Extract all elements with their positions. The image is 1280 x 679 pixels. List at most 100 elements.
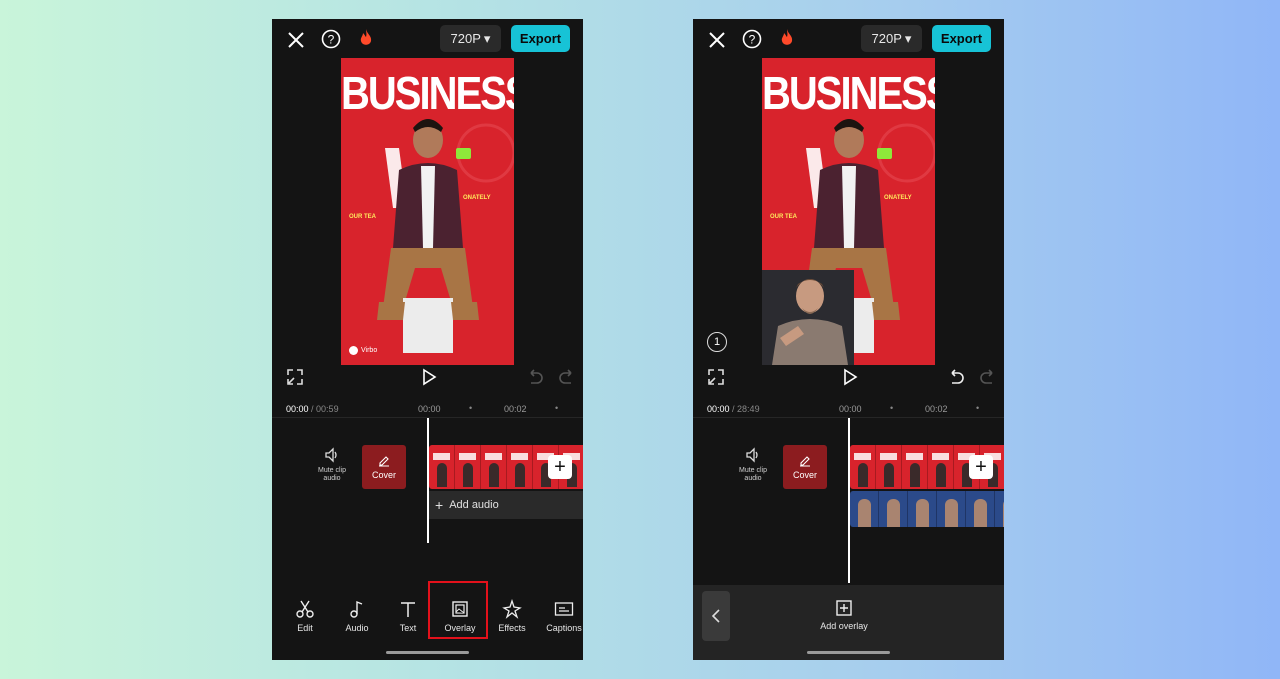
scissors-icon xyxy=(296,600,314,618)
preview-title: BUSINESS xyxy=(762,68,935,120)
tool-edit[interactable]: Edit xyxy=(279,599,331,633)
text-icon xyxy=(401,602,415,617)
tick-label: 00:00 xyxy=(418,404,441,414)
speaker-icon xyxy=(746,447,758,463)
clip-thumbnail xyxy=(928,445,954,489)
tick-dot: • xyxy=(469,403,473,413)
playhead[interactable] xyxy=(427,418,429,543)
overlay-thumbnail xyxy=(966,491,995,527)
video-preview[interactable]: BUSINESS OUR TEA ONATELY Virbo xyxy=(341,58,514,365)
resolution-label: 720P xyxy=(871,31,902,46)
play-icon[interactable] xyxy=(420,368,438,386)
overlay-highlight-box xyxy=(428,581,488,639)
overlay-panel: Add overlay xyxy=(693,585,1004,660)
cover-label: Cover xyxy=(371,470,396,480)
overlay-thumbnail xyxy=(995,491,1004,527)
add-audio-button[interactable]: + Add audio xyxy=(429,491,583,519)
resolution-label: 720P xyxy=(450,31,481,46)
playhead[interactable] xyxy=(848,418,850,583)
fullscreen-icon[interactable] xyxy=(707,368,725,386)
phone-screen-right: ? 720P ▾ Export BUSINESS OUR TEA ONATELY… xyxy=(693,19,1004,660)
add-overlay-label: Add overlay xyxy=(820,621,868,631)
tick-label: 00:02 xyxy=(925,404,948,414)
close-icon[interactable] xyxy=(286,30,306,50)
brand-label: Virbo xyxy=(361,347,378,354)
tool-audio-label: Audio xyxy=(345,623,369,633)
clip-thumbnail xyxy=(507,445,533,489)
cover-button[interactable]: Cover xyxy=(783,445,827,489)
caret-down-icon: ▾ xyxy=(904,30,912,46)
clip-thumbnail xyxy=(902,445,928,489)
help-icon[interactable]: ? xyxy=(742,29,762,49)
pencil-icon xyxy=(379,456,389,467)
tool-text[interactable]: Text xyxy=(382,599,434,633)
timeline-ruler: 00:00 / 28:49 00:00 • 00:02 • xyxy=(693,401,1004,417)
svg-text:?: ? xyxy=(328,33,335,47)
music-note-icon xyxy=(350,600,363,618)
add-clip-button[interactable]: + xyxy=(969,455,993,479)
cover-label: Cover xyxy=(792,470,817,480)
tool-audio[interactable]: Audio xyxy=(331,599,383,633)
tool-effects[interactable]: Effects xyxy=(486,599,538,633)
preview-title: BUSINESS xyxy=(341,68,514,120)
tool-edit-label: Edit xyxy=(297,623,313,633)
redo-icon[interactable] xyxy=(558,368,576,386)
tick-dot: • xyxy=(890,403,894,413)
add-overlay-button[interactable]: Add overlay xyxy=(799,599,889,631)
overlay-person[interactable] xyxy=(762,270,854,365)
undo-icon[interactable] xyxy=(526,368,544,386)
tick-label: 00:00 xyxy=(839,404,862,414)
fullscreen-icon[interactable] xyxy=(286,368,304,386)
current-time: 00:00 xyxy=(707,404,730,414)
clip-thumbnail xyxy=(481,445,507,489)
clip-thumbnail xyxy=(429,445,455,489)
mute-clip-audio-button[interactable]: Mute clip audio xyxy=(312,447,352,483)
speaker-icon xyxy=(325,447,337,463)
plus-icon: + xyxy=(975,455,987,478)
cover-button[interactable]: Cover xyxy=(362,445,406,489)
overlay-thumbnail xyxy=(908,491,937,527)
tool-captions-label: Captions xyxy=(546,623,582,633)
pencil-icon xyxy=(800,456,810,467)
export-button[interactable]: Export xyxy=(511,25,570,52)
mute-clip-audio-button[interactable]: Mute clip audio xyxy=(733,447,773,483)
resolution-dropdown[interactable]: 720P ▾ xyxy=(861,25,922,52)
mute-clip-audio-label: Mute clip audio xyxy=(738,467,767,482)
brand-logo-icon xyxy=(349,346,358,355)
video-preview[interactable]: BUSINESS OUR TEA ONATELY xyxy=(762,58,935,365)
clip-thumbnail xyxy=(455,445,481,489)
home-indicator xyxy=(386,651,469,654)
preview-side-text-right: ONATELY xyxy=(463,195,491,201)
close-icon[interactable] xyxy=(707,30,727,50)
tool-effects-label: Effects xyxy=(498,623,526,633)
undo-icon[interactable] xyxy=(947,368,965,386)
overlay-thumbnail xyxy=(850,491,879,527)
play-icon[interactable] xyxy=(841,368,859,386)
clip-thumbnail xyxy=(876,445,902,489)
green-badge xyxy=(456,148,471,159)
tick-dot: • xyxy=(976,403,980,413)
fire-icon[interactable] xyxy=(356,28,376,48)
tool-captions[interactable]: Captions xyxy=(538,599,583,633)
phone-screen-left: ? 720P ▾ Export BUSINESS OUR TEA ONATELY … xyxy=(272,19,583,660)
overlay-thumbnail xyxy=(879,491,908,527)
total-time: / 00:59 xyxy=(311,404,339,414)
export-button[interactable]: Export xyxy=(932,25,991,52)
overlay-track[interactable] xyxy=(850,491,1004,527)
overlay-count-badge[interactable]: 1 xyxy=(707,332,727,352)
preview-side-text-right: ONATELY xyxy=(884,195,912,201)
help-icon[interactable]: ? xyxy=(321,29,341,49)
add-clip-button[interactable]: + xyxy=(548,455,572,479)
home-indicator xyxy=(807,651,890,654)
preview-side-text-left: OUR TEA xyxy=(349,214,376,220)
preview-side-text-left: OUR TEA xyxy=(770,214,797,220)
fire-icon[interactable] xyxy=(777,28,797,48)
resolution-dropdown[interactable]: 720P ▾ xyxy=(440,25,501,52)
plus-icon: + xyxy=(554,455,566,478)
overlay-thumbnail xyxy=(937,491,966,527)
tick-label: 00:02 xyxy=(504,404,527,414)
timeline-ruler: 00:00 / 00:59 00:00 • 00:02 • xyxy=(272,401,583,417)
clip-thumbnail xyxy=(850,445,876,489)
back-button[interactable] xyxy=(702,591,730,641)
redo-icon[interactable] xyxy=(979,368,997,386)
